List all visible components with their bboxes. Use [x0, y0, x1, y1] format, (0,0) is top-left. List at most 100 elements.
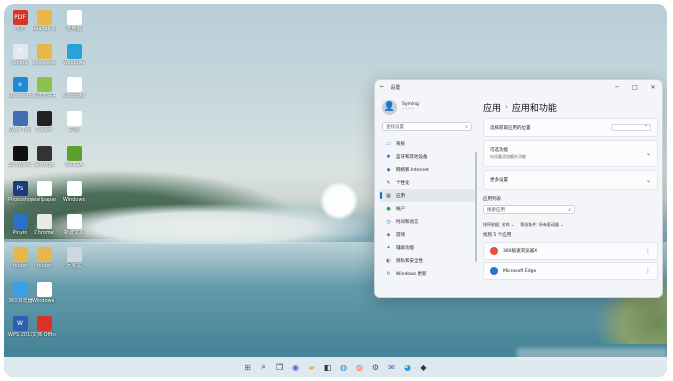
taskbar-edge-icon[interactable]: ◍: [338, 361, 350, 373]
desktop-icon[interactable]: Windows: [62, 181, 86, 203]
optional-features-sub: 向设备添加额外功能: [490, 154, 526, 159]
desktop-icon[interactable]: 360浏览器: [8, 282, 32, 304]
desktop-icon-label: 360浏览器: [8, 298, 32, 304]
app-icon: [66, 10, 82, 25]
app-icon: W: [12, 316, 28, 331]
desktop-icon-label: PDF: [15, 26, 25, 32]
desktop-icon[interactable]: 新建文本: [62, 214, 86, 236]
sidebar-item[interactable]: ✎ 个性化: [379, 176, 475, 189]
desktop-icon[interactable]: W WPS 2019: [8, 316, 32, 338]
app-icon: [36, 44, 52, 59]
desktop-icon[interactable]: eMicrosoft Edge: [8, 77, 32, 99]
sort-dropdown[interactable]: 排序依据: 名称 ⌄: [483, 222, 514, 228]
minimize-button[interactable]: ─: [608, 84, 626, 91]
desktop-icon[interactable]: 文档: [62, 111, 86, 133]
desktop-icon[interactable]: wallpaper: [32, 181, 56, 203]
app-icon: [36, 10, 52, 25]
app-search-placeholder: 搜索应用: [487, 207, 505, 213]
app-icon: O: [12, 44, 28, 59]
breadcrumb-separator: ›: [505, 103, 508, 111]
sidebar-item[interactable]: ◷ 时间和语言: [379, 215, 475, 228]
filter-dropdown[interactable]: 筛选条件: 所有驱动器 ⌄: [520, 222, 563, 228]
app-search-input[interactable]: 搜索应用 ⌕: [483, 205, 575, 214]
desktop-icon[interactable]: Pinyin: [8, 214, 32, 236]
taskbar-qq-icon[interactable]: ◕: [402, 361, 414, 373]
desktop-icon[interactable]: Chrome: [32, 214, 56, 236]
taskbar-explorer-icon[interactable]: ▰: [306, 361, 318, 373]
sidebar-item[interactable]: ↻ Windows 更新: [379, 267, 475, 280]
sidebar-item-label: 辅助功能: [396, 245, 414, 251]
more-options-icon[interactable]: ⋮: [645, 268, 651, 275]
sidebar-item[interactable]: ◈ 游戏: [379, 228, 475, 241]
sidebar-item[interactable]: ◐ 隐私和安全性: [379, 254, 475, 267]
sidebar-item[interactable]: ✱ 蓝牙和其他设备: [379, 150, 475, 163]
optional-features-card[interactable]: 可选功能 向设备添加额外功能 ⌄: [483, 140, 658, 167]
taskbar-start-icon[interactable]: ⊞: [242, 361, 254, 373]
back-arrow-icon[interactable]: ←: [380, 84, 384, 90]
app-icon: [36, 247, 52, 262]
desktop-icon[interactable]: Windows 文: [32, 282, 56, 304]
app-source-card[interactable]: 选择获取应用的位置: [483, 118, 658, 137]
breadcrumb-parent[interactable]: 应用: [483, 101, 501, 114]
sidebar-item[interactable]: ▦ 应用: [379, 189, 475, 202]
sidebar-item[interactable]: ● 帐户: [379, 202, 475, 215]
taskbar-store-icon[interactable]: ◧: [322, 361, 334, 373]
app-icon: [66, 181, 82, 196]
desktop-icon[interactable]: xxxx.exe: [32, 44, 56, 66]
desktop-icon-label: Chrome: [34, 230, 54, 236]
more-settings-card[interactable]: 更多设置 ⌄: [483, 170, 658, 190]
more-options-icon[interactable]: ⋮: [645, 248, 651, 255]
taskbar-chat-icon[interactable]: ◉: [290, 361, 302, 373]
sidebar-scrollbar[interactable]: [475, 152, 477, 262]
close-button[interactable]: ✕: [644, 84, 662, 91]
desktop-icon-label: 文档 Office: [32, 332, 56, 338]
desktop-icon[interactable]: NVIDIA: [62, 146, 86, 168]
desktop-icon[interactable]: O Opera: [8, 44, 32, 66]
sidebar-item-label: Windows 更新: [396, 271, 427, 277]
page-title: 应用和功能: [511, 103, 557, 114]
desktop-icon[interactable]: SoftWarning: [8, 146, 32, 168]
title-bar: ← 设置 ─ □ ✕: [375, 80, 662, 94]
nav-icon: ✎: [386, 179, 391, 186]
desktop-icon[interactable]: Realtek Aud: [32, 10, 56, 32]
app-list: 360极速浏览器X ⋮ Microsoft Edge ⋮: [483, 242, 658, 280]
taskbar-mail-icon[interactable]: ✉: [386, 361, 398, 373]
sidebar-item[interactable]: ◆ 网络和 Internet: [379, 163, 475, 176]
app-icon: [36, 181, 52, 196]
desktop-icon[interactable]: 文档 Office: [32, 316, 56, 338]
desktop-icon[interactable]: Settings: [32, 146, 56, 168]
desktop-icon[interactable]: folder: [32, 247, 56, 269]
taskbar-taskview-icon[interactable]: ❐: [274, 361, 286, 373]
maximize-button[interactable]: □: [626, 84, 644, 91]
taskbar-search-icon[interactable]: ⌕: [258, 361, 270, 373]
chevron-down-icon: ⌄: [645, 176, 651, 184]
sidebar-item[interactable]: ✦ 辅助功能: [379, 241, 475, 254]
sidebar-item-label: 蓝牙和其他设备: [396, 154, 428, 160]
app-icon: [36, 214, 52, 229]
desktop-icon[interactable]: 此电脑: [62, 10, 86, 32]
desktop-icon-label: folder: [36, 263, 52, 269]
desktop-icon[interactable]: 新建文件夹: [32, 77, 56, 99]
desktop-icon[interactable]: Steam: [32, 111, 56, 133]
desktop-icon-label: Windows: [62, 93, 86, 99]
desktop-icon-label: SoftWarning: [8, 162, 32, 168]
taskbar-app-icon[interactable]: ◆: [418, 361, 430, 373]
desktop-icon[interactable]: Windows: [62, 77, 86, 99]
app-icon: [12, 214, 28, 229]
desktop-icon-label: Windows: [62, 60, 86, 66]
user-profile[interactable]: 👤 Syming ··········: [379, 96, 475, 118]
user-email: ··········: [402, 107, 414, 111]
app-source-label: 选择获取应用的位置: [490, 125, 531, 131]
app-source-dropdown[interactable]: [611, 122, 651, 131]
sidebar-item[interactable]: ▭ 系统: [379, 137, 475, 150]
taskbar-chrome-icon[interactable]: ◎: [354, 361, 366, 373]
desktop-icon[interactable]: 回收站: [62, 247, 86, 269]
desktop-icon[interactable]: KWin Tool: [8, 111, 32, 133]
desktop-icon[interactable]: Windows: [62, 44, 86, 66]
settings-search-input[interactable]: 查找设置 ⌕: [382, 122, 472, 131]
desktop-icon[interactable]: PDF PDF: [8, 10, 32, 32]
taskbar-settings-icon[interactable]: ⚙: [370, 361, 382, 373]
app-icon: [66, 77, 82, 92]
desktop-icon[interactable]: folder: [8, 247, 32, 269]
desktop-icon[interactable]: Ps Photoshop: [8, 181, 32, 203]
